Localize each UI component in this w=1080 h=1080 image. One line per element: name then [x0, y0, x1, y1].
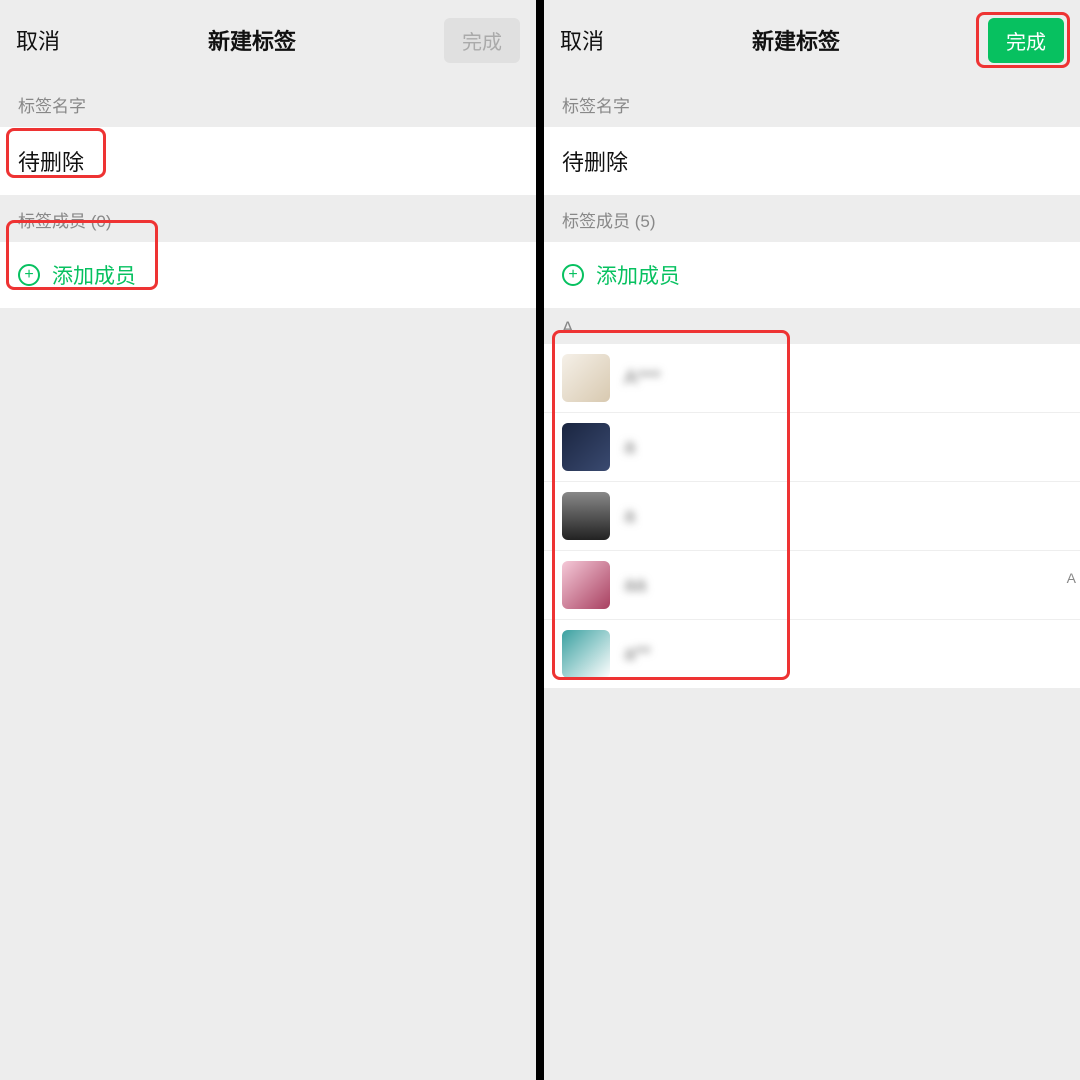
tag-name-input[interactable]: 待删除 — [544, 127, 1080, 195]
avatar — [562, 492, 610, 540]
plus-icon: + — [18, 264, 40, 286]
header-left: 取消 新建标签 完成 — [0, 0, 536, 80]
avatar — [562, 630, 610, 678]
member-list: A*** a a aa a** — [544, 344, 1080, 688]
tag-name-label: 标签名字 — [0, 80, 536, 127]
add-member-button[interactable]: + 添加成员 — [544, 242, 1080, 308]
done-button-enabled[interactable]: 完成 — [988, 18, 1064, 63]
avatar — [562, 423, 610, 471]
member-name: aa — [624, 574, 646, 597]
member-row[interactable]: a — [544, 413, 1080, 482]
panel-divider — [536, 0, 544, 1080]
members-label: 标签成员 (0) — [0, 195, 536, 242]
panel-left: 取消 新建标签 完成 标签名字 待删除 标签成员 (0) + 添加成员 — [0, 0, 536, 1080]
member-row[interactable]: a — [544, 482, 1080, 551]
cancel-button[interactable]: 取消 — [16, 24, 60, 56]
panel-right: 取消 新建标签 完成 标签名字 待删除 标签成员 (5) + 添加成员 A A*… — [544, 0, 1080, 1080]
header-right: 取消 新建标签 完成 — [544, 0, 1080, 80]
member-name: a — [624, 505, 635, 528]
member-name: a — [624, 436, 635, 459]
member-name: a** — [624, 643, 651, 666]
index-header-a: A — [544, 308, 1080, 344]
avatar — [562, 354, 610, 402]
add-member-label: 添加成员 — [596, 260, 680, 290]
add-member-label: 添加成员 — [52, 260, 136, 290]
tag-name-label: 标签名字 — [544, 80, 1080, 127]
cancel-button[interactable]: 取消 — [560, 24, 604, 56]
page-title: 新建标签 — [752, 24, 840, 56]
add-member-button[interactable]: + 添加成员 — [0, 242, 536, 308]
members-label: 标签成员 (5) — [544, 195, 1080, 242]
done-button-disabled: 完成 — [444, 18, 520, 63]
tag-name-input[interactable]: 待删除 — [0, 127, 536, 195]
member-name: A*** — [624, 367, 661, 390]
member-row[interactable]: a** — [544, 620, 1080, 688]
plus-icon: + — [562, 264, 584, 286]
member-row[interactable]: aa — [544, 551, 1080, 620]
avatar — [562, 561, 610, 609]
page-title: 新建标签 — [208, 24, 296, 56]
alphabet-index[interactable]: A — [1067, 570, 1076, 586]
member-row[interactable]: A*** — [544, 344, 1080, 413]
